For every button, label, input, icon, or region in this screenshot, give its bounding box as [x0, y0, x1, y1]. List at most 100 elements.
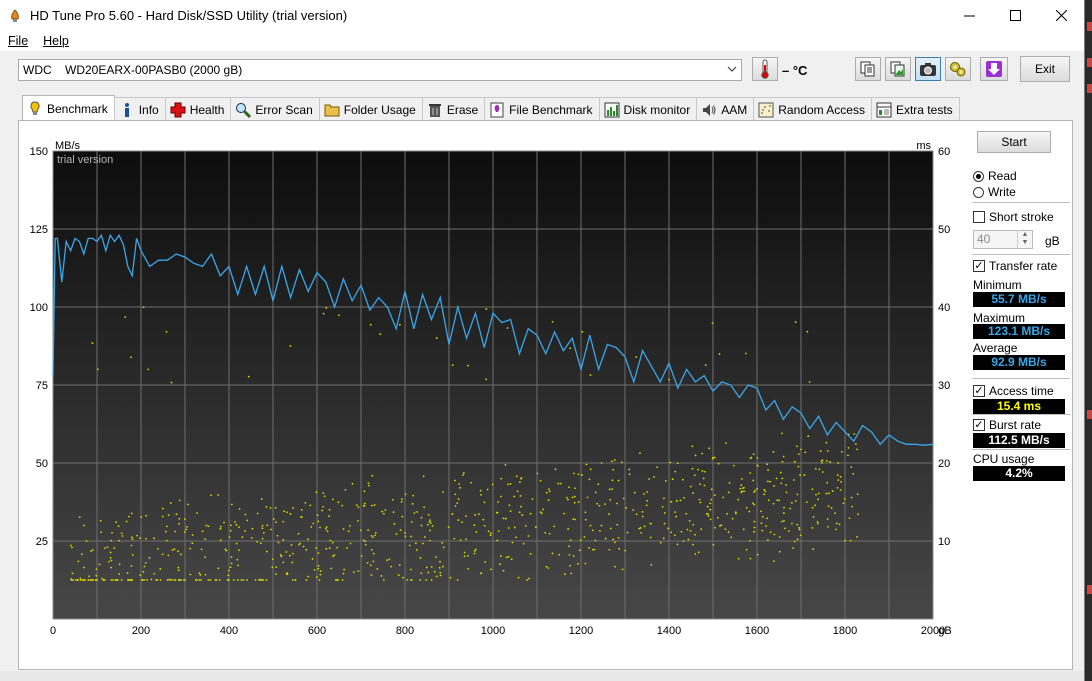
access-time-point	[194, 579, 197, 581]
start-button[interactable]: Start	[977, 131, 1051, 153]
access-time-checkbox[interactable]: ✓ Access time	[973, 384, 1054, 398]
access-time-point	[781, 477, 784, 480]
access-time-point	[189, 547, 192, 550]
access-time-point	[520, 477, 523, 479]
write-radio[interactable]: Write	[973, 185, 1016, 199]
write-radio-control[interactable]	[973, 186, 984, 198]
access-time-point	[799, 474, 801, 476]
menu-help[interactable]: Help	[35, 34, 76, 48]
access-time-point	[140, 579, 143, 581]
access-time-point	[150, 578, 153, 581]
access-time-point	[722, 496, 724, 499]
access-time-point	[136, 534, 138, 537]
short-stroke-check[interactable]	[973, 211, 985, 223]
tab-health[interactable]: Health	[164, 97, 232, 121]
access-time-point	[85, 540, 88, 542]
access-time-point	[458, 483, 460, 485]
burst-rate-check[interactable]: ✓	[973, 419, 985, 431]
access-time-point	[480, 493, 482, 496]
access-time-point	[125, 520, 128, 523]
tab-random-access[interactable]: Random Access	[753, 97, 872, 121]
access-time-point	[854, 443, 857, 445]
short-stroke-unit: gB	[1045, 234, 1060, 248]
access-time-point	[700, 528, 703, 531]
short-stroke-checkbox[interactable]: Short stroke	[973, 210, 1054, 224]
tab-label: Info	[138, 102, 159, 117]
access-time-point	[553, 525, 556, 528]
access-time-point	[709, 518, 712, 521]
transfer-rate-checkbox[interactable]: ✓ Transfer rate	[973, 259, 1057, 273]
access-time-point	[130, 356, 132, 359]
screenshot-button[interactable]	[915, 57, 941, 81]
access-time-point	[451, 364, 454, 367]
access-time-point	[485, 308, 488, 311]
tab-aam[interactable]: AAM	[696, 97, 755, 121]
copy-screenshot-button[interactable]	[885, 57, 911, 81]
access-time-point	[313, 569, 316, 571]
title-bar[interactable]: HD Tune Pro 5.60 - Hard Disk/SSD Utility…	[0, 0, 1084, 31]
access-time-point	[95, 568, 98, 571]
options-button[interactable]	[945, 57, 971, 81]
short-stroke-stepper[interactable]: 40 ▲ ▼	[973, 230, 1033, 249]
access-time-point	[717, 462, 720, 465]
access-time-check[interactable]: ✓	[973, 385, 985, 397]
access-time-point	[262, 531, 265, 534]
access-time-point	[142, 306, 145, 309]
access-time-point	[312, 522, 315, 525]
copy-info-button[interactable]	[855, 57, 881, 81]
tab-erase[interactable]: Erase	[421, 97, 486, 121]
access-time-point	[121, 535, 124, 537]
access-time-point	[143, 579, 146, 581]
access-time-point	[451, 513, 454, 515]
access-time-point	[835, 528, 838, 531]
access-time-point	[230, 556, 233, 558]
read-radio[interactable]: Read	[973, 169, 1017, 183]
access-time-point	[617, 479, 620, 482]
access-time-point	[369, 564, 372, 567]
minimize-button[interactable]	[946, 0, 992, 31]
access-time-point	[574, 518, 576, 521]
access-time-point	[362, 505, 365, 507]
access-time-point	[817, 498, 819, 501]
access-time-point	[796, 523, 799, 526]
access-time-point	[769, 531, 772, 534]
menu-file[interactable]: File	[0, 34, 35, 48]
access-time-point	[568, 545, 571, 548]
exit-button[interactable]: Exit	[1020, 56, 1070, 82]
access-time-point	[364, 540, 367, 543]
tab-error-scan[interactable]: Error Scan	[230, 97, 320, 121]
access-time-point	[840, 450, 843, 453]
burst-rate-checkbox[interactable]: ✓ Burst rate	[973, 418, 1041, 432]
thermometer-button[interactable]	[752, 57, 778, 81]
save-button[interactable]	[980, 57, 1008, 81]
access-time-point	[189, 573, 192, 576]
tab-benchmark[interactable]: Benchmark	[22, 95, 115, 121]
stepper-arrows-icon[interactable]: ▲ ▼	[1017, 231, 1032, 248]
access-time-point	[554, 468, 557, 471]
tab-folder-usage[interactable]: Folder Usage	[318, 97, 423, 121]
access-time-point	[337, 314, 340, 317]
access-time-point	[311, 557, 314, 560]
access-time-point	[635, 356, 637, 358]
access-time-point	[111, 531, 113, 534]
access-time-point	[584, 511, 587, 514]
access-time-point	[83, 566, 85, 569]
access-time-point	[616, 502, 618, 505]
tab-file-benchmark[interactable]: File Benchmark	[484, 97, 600, 121]
access-time-point	[183, 531, 186, 533]
drive-select[interactable]: WDC WD20EARX-00PASB0 (2000 gB)	[18, 59, 742, 81]
access-time-point	[577, 562, 579, 565]
read-radio-control[interactable]	[973, 170, 984, 182]
access-time-point	[679, 499, 682, 502]
access-time-point	[371, 504, 373, 507]
transfer-rate-check[interactable]: ✓	[973, 260, 985, 272]
access-time-point	[522, 542, 525, 545]
tab-extra-tests[interactable]: Extra tests	[870, 97, 960, 121]
tab-disk-monitor[interactable]: Disk monitor	[598, 97, 698, 121]
access-time-point	[367, 482, 370, 484]
close-button[interactable]	[1038, 0, 1084, 31]
maximize-button[interactable]	[992, 0, 1038, 31]
access-time-point	[317, 568, 320, 570]
access-time-point	[454, 505, 457, 507]
tab-info[interactable]: Info	[113, 97, 166, 121]
